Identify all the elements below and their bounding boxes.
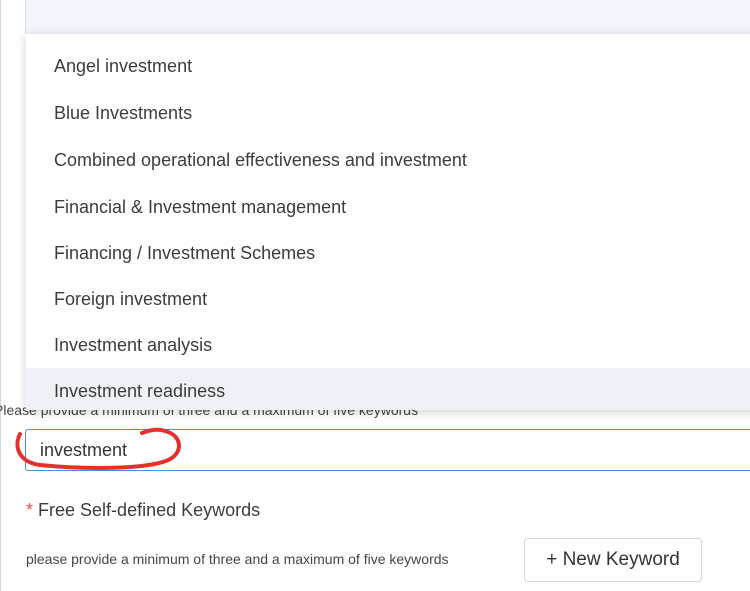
new-keyword-button[interactable]: + New Keyword [524,538,702,582]
required-asterisk: * [26,500,34,520]
previous-field-strip [25,0,750,34]
free-keywords-label-row: * Free Self-defined Keywords [26,500,260,521]
page-left-border [0,0,1,591]
suggestion-item[interactable]: Financial & Investment management [26,184,750,231]
suggestion-item[interactable]: Blue Investments [26,90,750,137]
suggestion-item[interactable]: Foreign investment [26,276,750,323]
free-keywords-hint: please provide a minimum of three and a … [26,551,449,567]
suggestion-item[interactable]: Combined operational effectiveness and i… [26,137,750,184]
free-keywords-label: Free Self-defined Keywords [38,500,261,520]
keyword-search-box[interactable] [25,429,750,471]
suggestion-item[interactable]: Angel investment [26,43,750,90]
keyword-search-input[interactable] [40,430,720,470]
suggestion-item[interactable]: Financing / Investment Schemes [26,230,750,277]
keyword-suggestions-dropdown: Angel investment Blue Investments Combin… [26,34,750,410]
suggestion-item-highlighted[interactable]: Investment readiness [26,368,750,410]
suggestion-item[interactable]: Investment analysis [26,322,750,369]
